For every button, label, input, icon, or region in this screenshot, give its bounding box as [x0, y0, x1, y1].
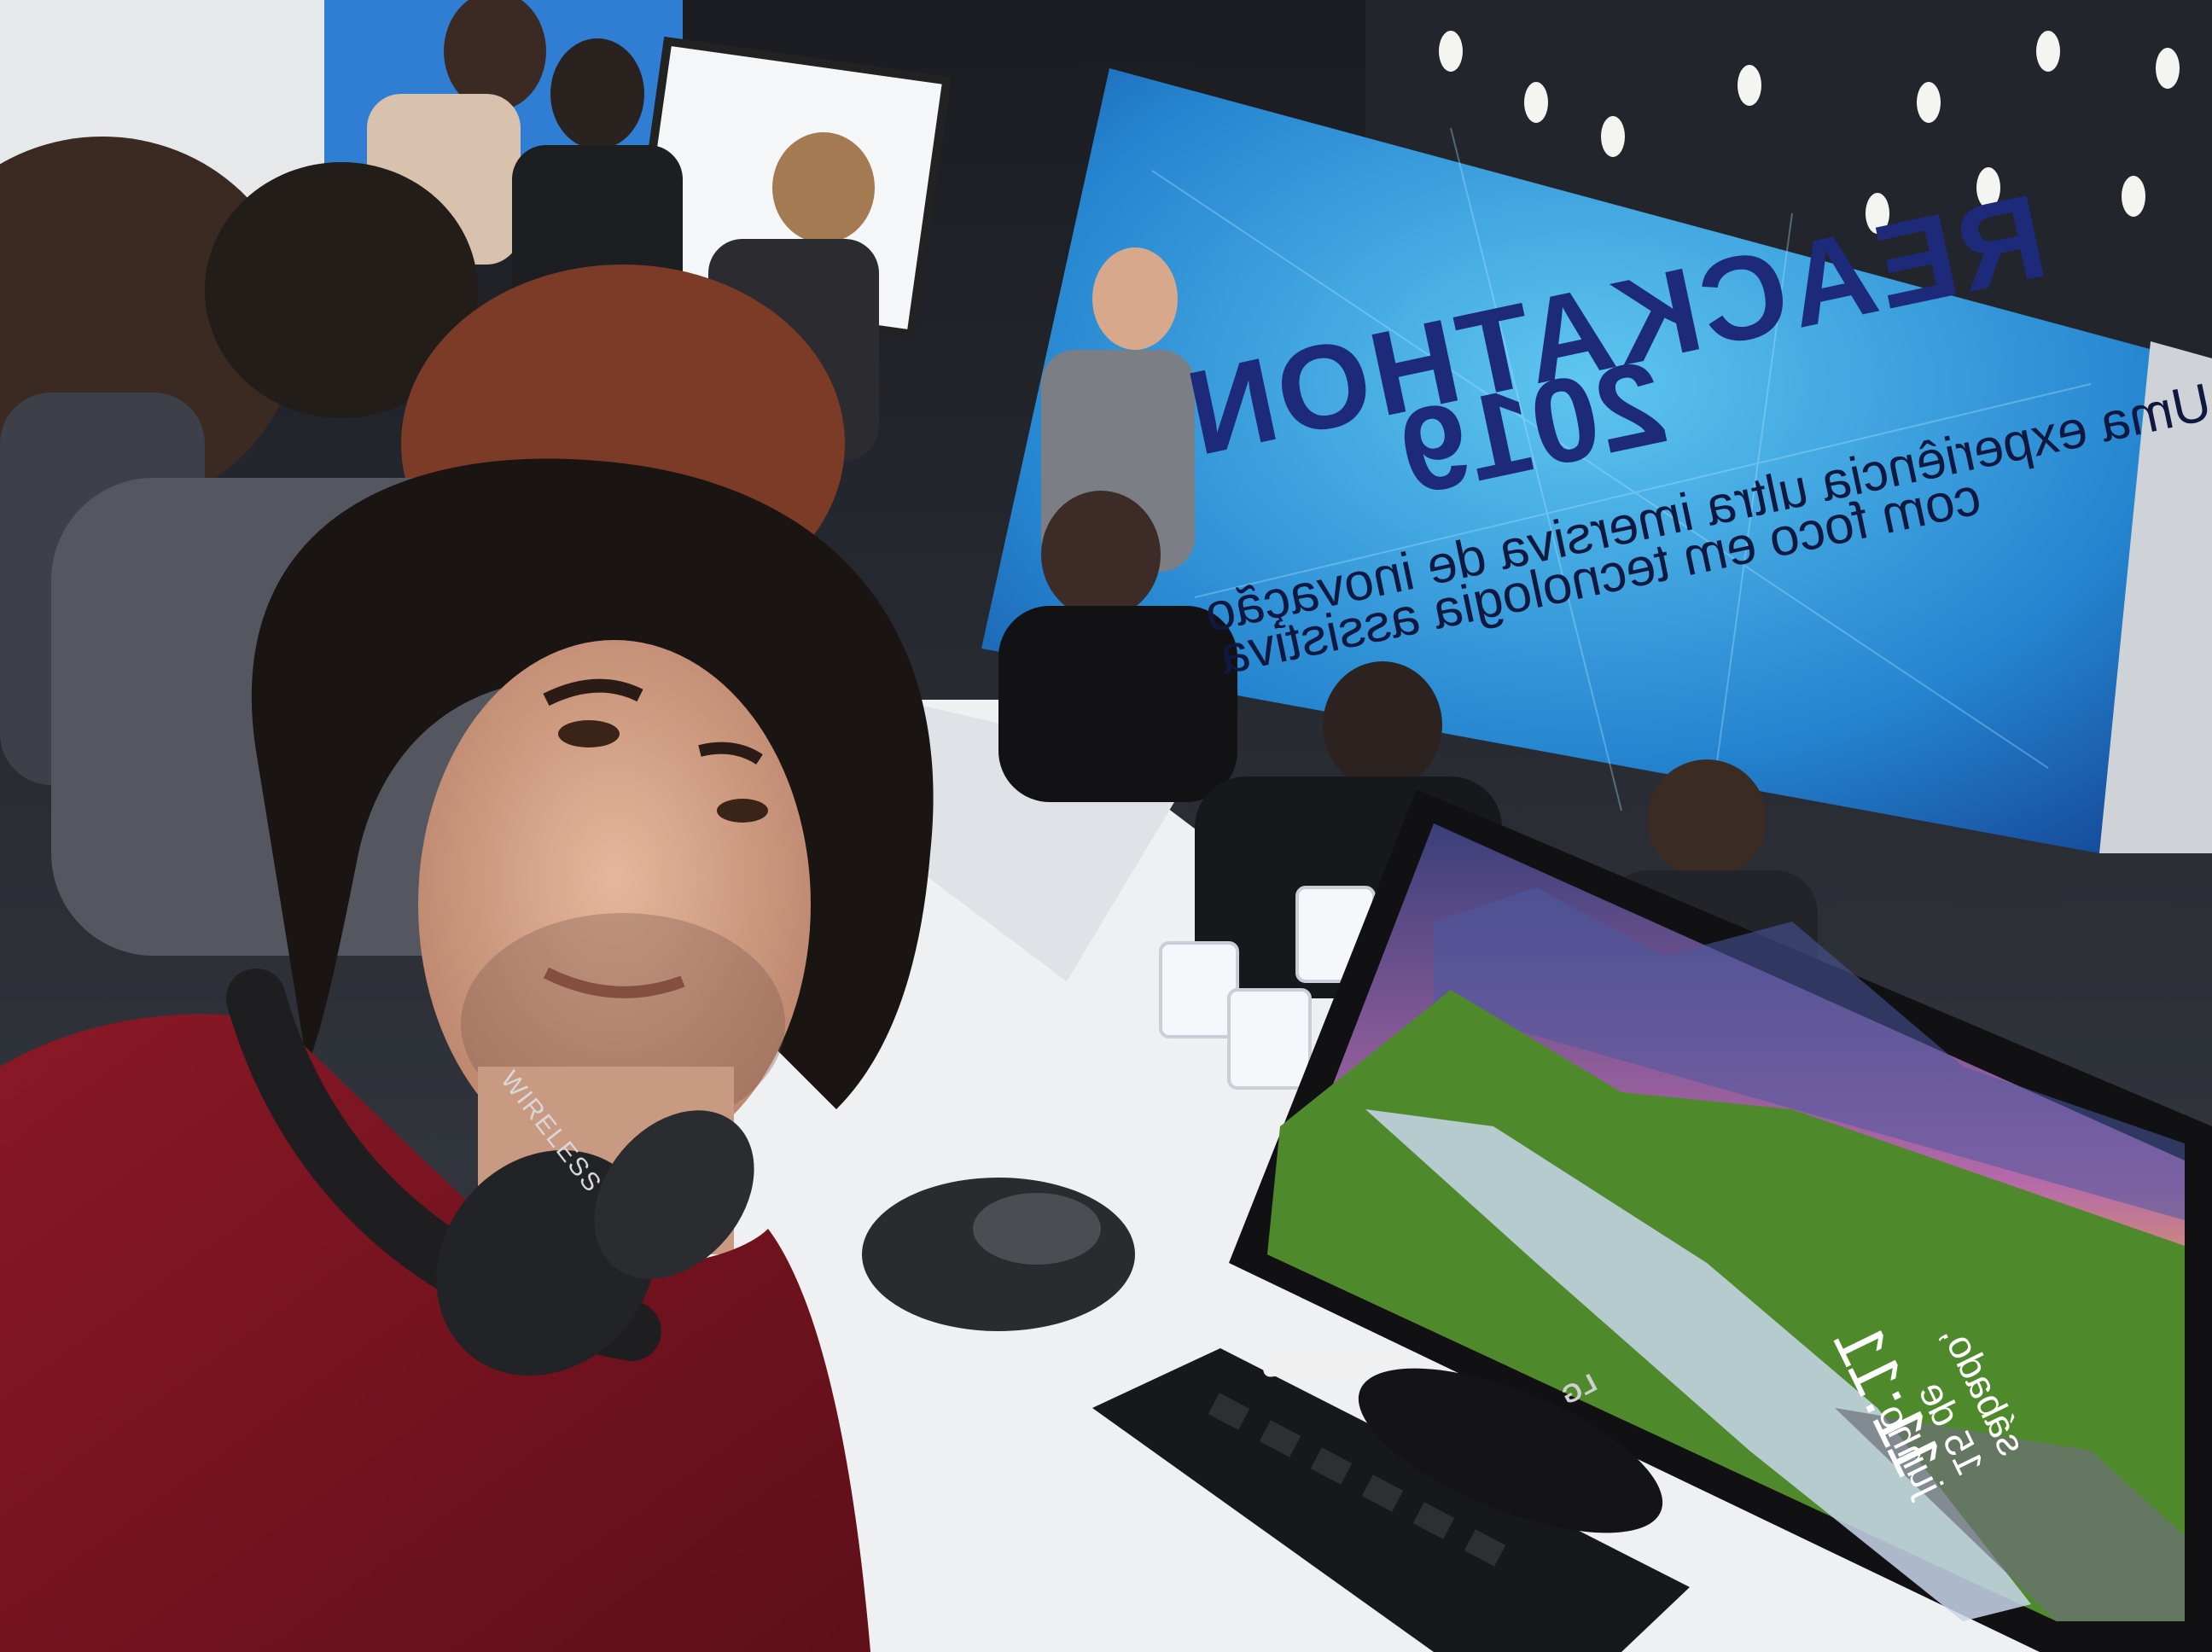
photo-scene: REACKATHON 2019 Uma experiência ultra im…: [0, 0, 2212, 1652]
